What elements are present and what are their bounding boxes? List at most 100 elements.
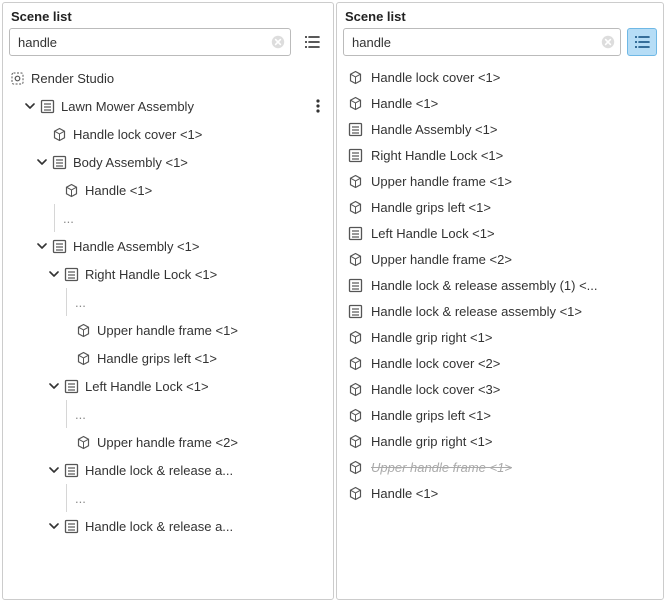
assembly-icon [51,154,67,170]
tree-ellipsis: ... [75,295,327,310]
tree-item-label: Handle <1> [85,183,327,198]
chevron-down-icon[interactable] [47,379,61,393]
tree-item-label: Upper handle frame <2> [97,435,327,450]
chevron-down-icon[interactable] [23,99,37,113]
tree-item-label: Handle lock & release a... [85,519,327,534]
list-item[interactable]: Handle Assembly <1> [337,116,663,142]
chevron-down-icon[interactable] [47,463,61,477]
tree-ellipsis: ... [75,407,327,422]
tree-row[interactable]: ... [3,484,333,512]
assembly-icon [347,303,363,319]
list-item[interactable]: Left Handle Lock <1> [337,220,663,246]
assembly-icon [39,98,55,114]
list-item[interactable]: Handle lock & release assembly <1> [337,298,663,324]
part-icon [75,434,91,450]
chevron-down-icon[interactable] [35,155,49,169]
list-item-label: Upper handle frame <1> [371,460,655,475]
tree-row[interactable]: ... [3,204,333,232]
tree-item-label: Handle grips left <1> [97,351,327,366]
search-input[interactable] [9,28,291,56]
part-icon [347,69,363,85]
list-item-label: Left Handle Lock <1> [371,226,655,241]
part-icon [347,485,363,501]
list-item[interactable]: Upper handle frame <1> [337,454,663,480]
part-icon [347,251,363,267]
assembly-icon [63,266,79,282]
tree-item-label: Right Handle Lock <1> [85,267,327,282]
assembly-icon [63,462,79,478]
part-icon [347,355,363,371]
chevron-down-icon[interactable] [47,267,61,281]
tree-row[interactable]: Handle <1> [3,176,333,204]
studio-icon [9,70,25,86]
list-item-label: Handle lock & release assembly (1) <... [371,278,655,293]
part-icon [63,182,79,198]
part-icon [51,126,67,142]
tree-row[interactable]: ... [3,288,333,316]
tree-row[interactable]: Right Handle Lock <1> [3,260,333,288]
part-icon [347,173,363,189]
list-item-label: Right Handle Lock <1> [371,148,655,163]
list-item[interactable]: Handle grip right <1> [337,324,663,350]
flat-list-toggle[interactable] [297,28,327,56]
tree-row[interactable]: Upper handle frame <2> [3,428,333,456]
clear-search-icon[interactable] [269,33,287,51]
clear-search-icon[interactable] [599,33,617,51]
list-item[interactable]: Handle grips left <1> [337,402,663,428]
panel-title: Scene list [3,3,333,28]
tree-item-label: Handle Assembly <1> [73,239,327,254]
tree-ellipsis: ... [75,491,327,506]
list-item[interactable]: Handle lock cover <1> [337,64,663,90]
list-item[interactable]: Handle lock cover <3> [337,376,663,402]
tree-root-label: Render Studio [31,71,327,86]
tree-row[interactable]: ... [3,400,333,428]
tree-row[interactable]: Handle lock & release a... [3,512,333,540]
tree-row[interactable]: Handle grips left <1> [3,344,333,372]
flat-list-scroll-area[interactable]: Handle lock cover <1> Handle <1> Handle As… [337,62,663,599]
part-icon [75,350,91,366]
list-item-label: Handle Assembly <1> [371,122,655,137]
list-item[interactable]: Upper handle frame <2> [337,246,663,272]
tree-guide-line [59,484,73,512]
tree-guide-line [59,400,73,428]
tree-item-label: Lawn Mower Assembly [61,99,305,114]
tree-row[interactable]: Left Handle Lock <1> [3,372,333,400]
assembly-icon [347,225,363,241]
tree-item-label: Body Assembly <1> [73,155,327,170]
tree-scroll-area[interactable]: Render Studio Lawn Mower Assembly Handle l… [3,62,333,599]
search-input[interactable] [343,28,621,56]
tree-row[interactable]: Upper handle frame <1> [3,316,333,344]
list-item[interactable]: Handle <1> [337,90,663,116]
tree-root[interactable]: Render Studio [3,64,333,92]
isolate-icon[interactable] [309,97,327,115]
list-item[interactable]: Handle lock cover <2> [337,350,663,376]
list-item[interactable]: Handle lock & release assembly (1) <... [337,272,663,298]
tree-row[interactable]: Body Assembly <1> [3,148,333,176]
tree-row[interactable]: Handle lock cover <1> [3,120,333,148]
panel-title: Scene list [337,3,663,28]
assembly-icon [63,518,79,534]
tree-item-label: Handle lock cover <1> [73,127,327,142]
flat-list-toggle[interactable] [627,28,657,56]
list-item[interactable]: Right Handle Lock <1> [337,142,663,168]
assembly-icon [347,277,363,293]
chevron-down-icon[interactable] [35,239,49,253]
part-icon [347,95,363,111]
tree-row[interactable]: Handle lock & release a... [3,456,333,484]
list-item[interactable]: Handle grips left <1> [337,194,663,220]
list-item-label: Handle grip right <1> [371,434,655,449]
tree-item-label: Handle lock & release a... [85,463,327,478]
list-item[interactable]: Upper handle frame <1> [337,168,663,194]
list-item-label: Handle grips left <1> [371,200,655,215]
list-item-label: Upper handle frame <2> [371,252,655,267]
search-toolbar [3,28,333,62]
tree-row[interactable]: Lawn Mower Assembly [3,92,333,120]
list-item[interactable]: Handle grip right <1> [337,428,663,454]
list-item[interactable]: Handle <1> [337,480,663,506]
list-item-label: Handle <1> [371,96,655,111]
tree-item-label: Left Handle Lock <1> [85,379,327,394]
list-item-label: Handle grips left <1> [371,408,655,423]
tree-row[interactable]: Handle Assembly <1> [3,232,333,260]
chevron-down-icon[interactable] [47,519,61,533]
scene-list-panel-flat: Scene list Handle lock cover <1>Ha [336,2,664,600]
